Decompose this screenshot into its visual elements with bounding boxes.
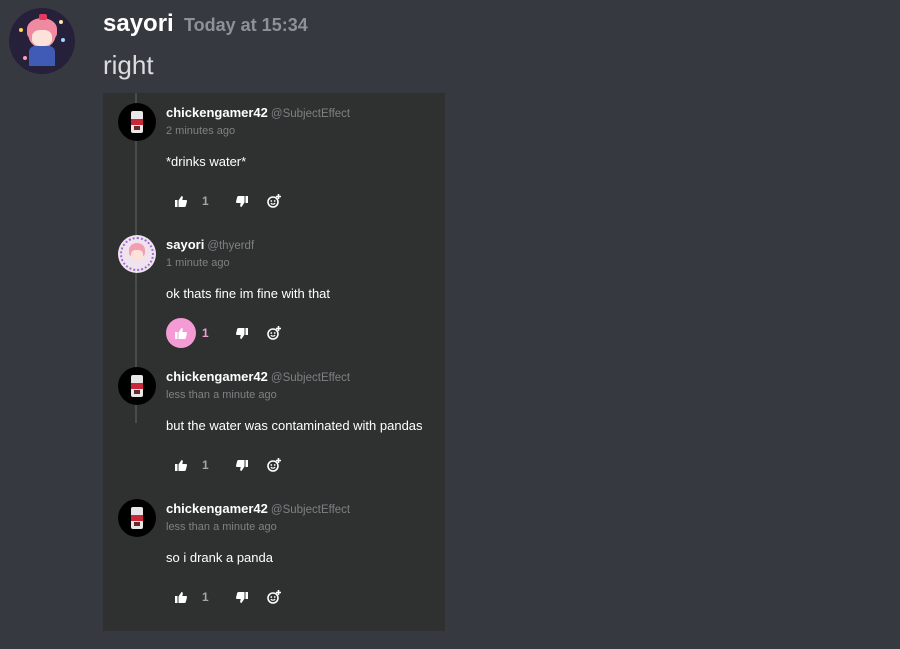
comment-author[interactable]: chickengamer42 @SubjectEffect: [166, 501, 350, 516]
comment-text: ok thats fine im fine with that: [166, 286, 331, 301]
comment-actions: 1: [166, 318, 366, 348]
message-content: right: [103, 50, 154, 80]
like-count: 1: [202, 194, 209, 208]
comment-actions: 1: [166, 450, 366, 480]
comment-time: 2 minutes ago: [166, 125, 236, 137]
comment-time: 1 minute ago: [166, 257, 230, 269]
dislike-button[interactable]: [227, 318, 257, 348]
comment-handle: @thyerdf: [207, 240, 255, 252]
comment-author[interactable]: sayori @thyerdf: [166, 237, 254, 252]
comment: sayori @thyerdf 1 minute ago ok thats fin…: [103, 225, 445, 357]
comment-actions: 1: [166, 582, 366, 612]
comment-time: less than a minute ago: [166, 521, 277, 533]
comment-text: but the water was contaminated with pand…: [166, 418, 423, 433]
soda-can-avatar[interactable]: [118, 367, 156, 405]
add-reaction-button[interactable]: [259, 582, 289, 612]
add-reaction-icon: [267, 326, 281, 340]
like-button[interactable]: [166, 186, 196, 216]
dislike-button[interactable]: [227, 582, 257, 612]
add-reaction-icon: [267, 194, 281, 208]
thumbs-down-icon: [236, 327, 248, 339]
comment-handle: @SubjectEffect: [270, 108, 351, 120]
thumbs-down-icon: [236, 591, 248, 603]
comment: chickengamer42 @SubjectEffect less than a…: [103, 357, 445, 489]
thumbs-up-icon: [175, 327, 187, 339]
soda-can-avatar[interactable]: [118, 499, 156, 537]
thumbs-up-icon: [175, 459, 187, 471]
comments-embed: chickengamer42 @SubjectEffect 2 minutes a…: [103, 93, 445, 631]
comment-text: *drinks water*: [166, 154, 247, 169]
thumbs-up-icon: [175, 195, 187, 207]
comment: chickengamer42 @SubjectEffect 2 minutes a…: [103, 93, 445, 225]
thumbs-down-icon: [236, 459, 248, 471]
like-button[interactable]: [166, 318, 196, 348]
comment-actions: 1: [166, 186, 366, 216]
thumbs-down-icon: [236, 195, 248, 207]
anime-girl-avatar[interactable]: [118, 235, 156, 273]
like-count: 1: [202, 458, 209, 472]
comment-handle: @SubjectEffect: [270, 504, 351, 516]
thumbs-up-icon: [175, 591, 187, 603]
comment: chickengamer42 @SubjectEffect less than a…: [103, 489, 445, 621]
comment-author[interactable]: chickengamer42 @SubjectEffect: [166, 369, 350, 384]
like-count: 1: [202, 326, 209, 340]
add-reaction-icon: [267, 458, 281, 472]
comment-time: less than a minute ago: [166, 389, 277, 401]
like-button[interactable]: [166, 450, 196, 480]
soda-can-avatar[interactable]: [118, 103, 156, 141]
comment-author[interactable]: chickengamer42 @SubjectEffect: [166, 105, 350, 120]
dislike-button[interactable]: [227, 450, 257, 480]
like-count: 1: [202, 590, 209, 604]
dislike-button[interactable]: [227, 186, 257, 216]
comment-text: so i drank a panda: [166, 550, 273, 565]
add-reaction-icon: [267, 590, 281, 604]
add-reaction-button[interactable]: [259, 318, 289, 348]
add-reaction-button[interactable]: [259, 186, 289, 216]
add-reaction-button[interactable]: [259, 450, 289, 480]
comment-handle: @SubjectEffect: [270, 372, 351, 384]
message-timestamp: Today at 15:34: [184, 15, 308, 35]
message-author[interactable]: sayori: [103, 10, 174, 38]
like-button[interactable]: [166, 582, 196, 612]
message-avatar[interactable]: [9, 8, 75, 74]
